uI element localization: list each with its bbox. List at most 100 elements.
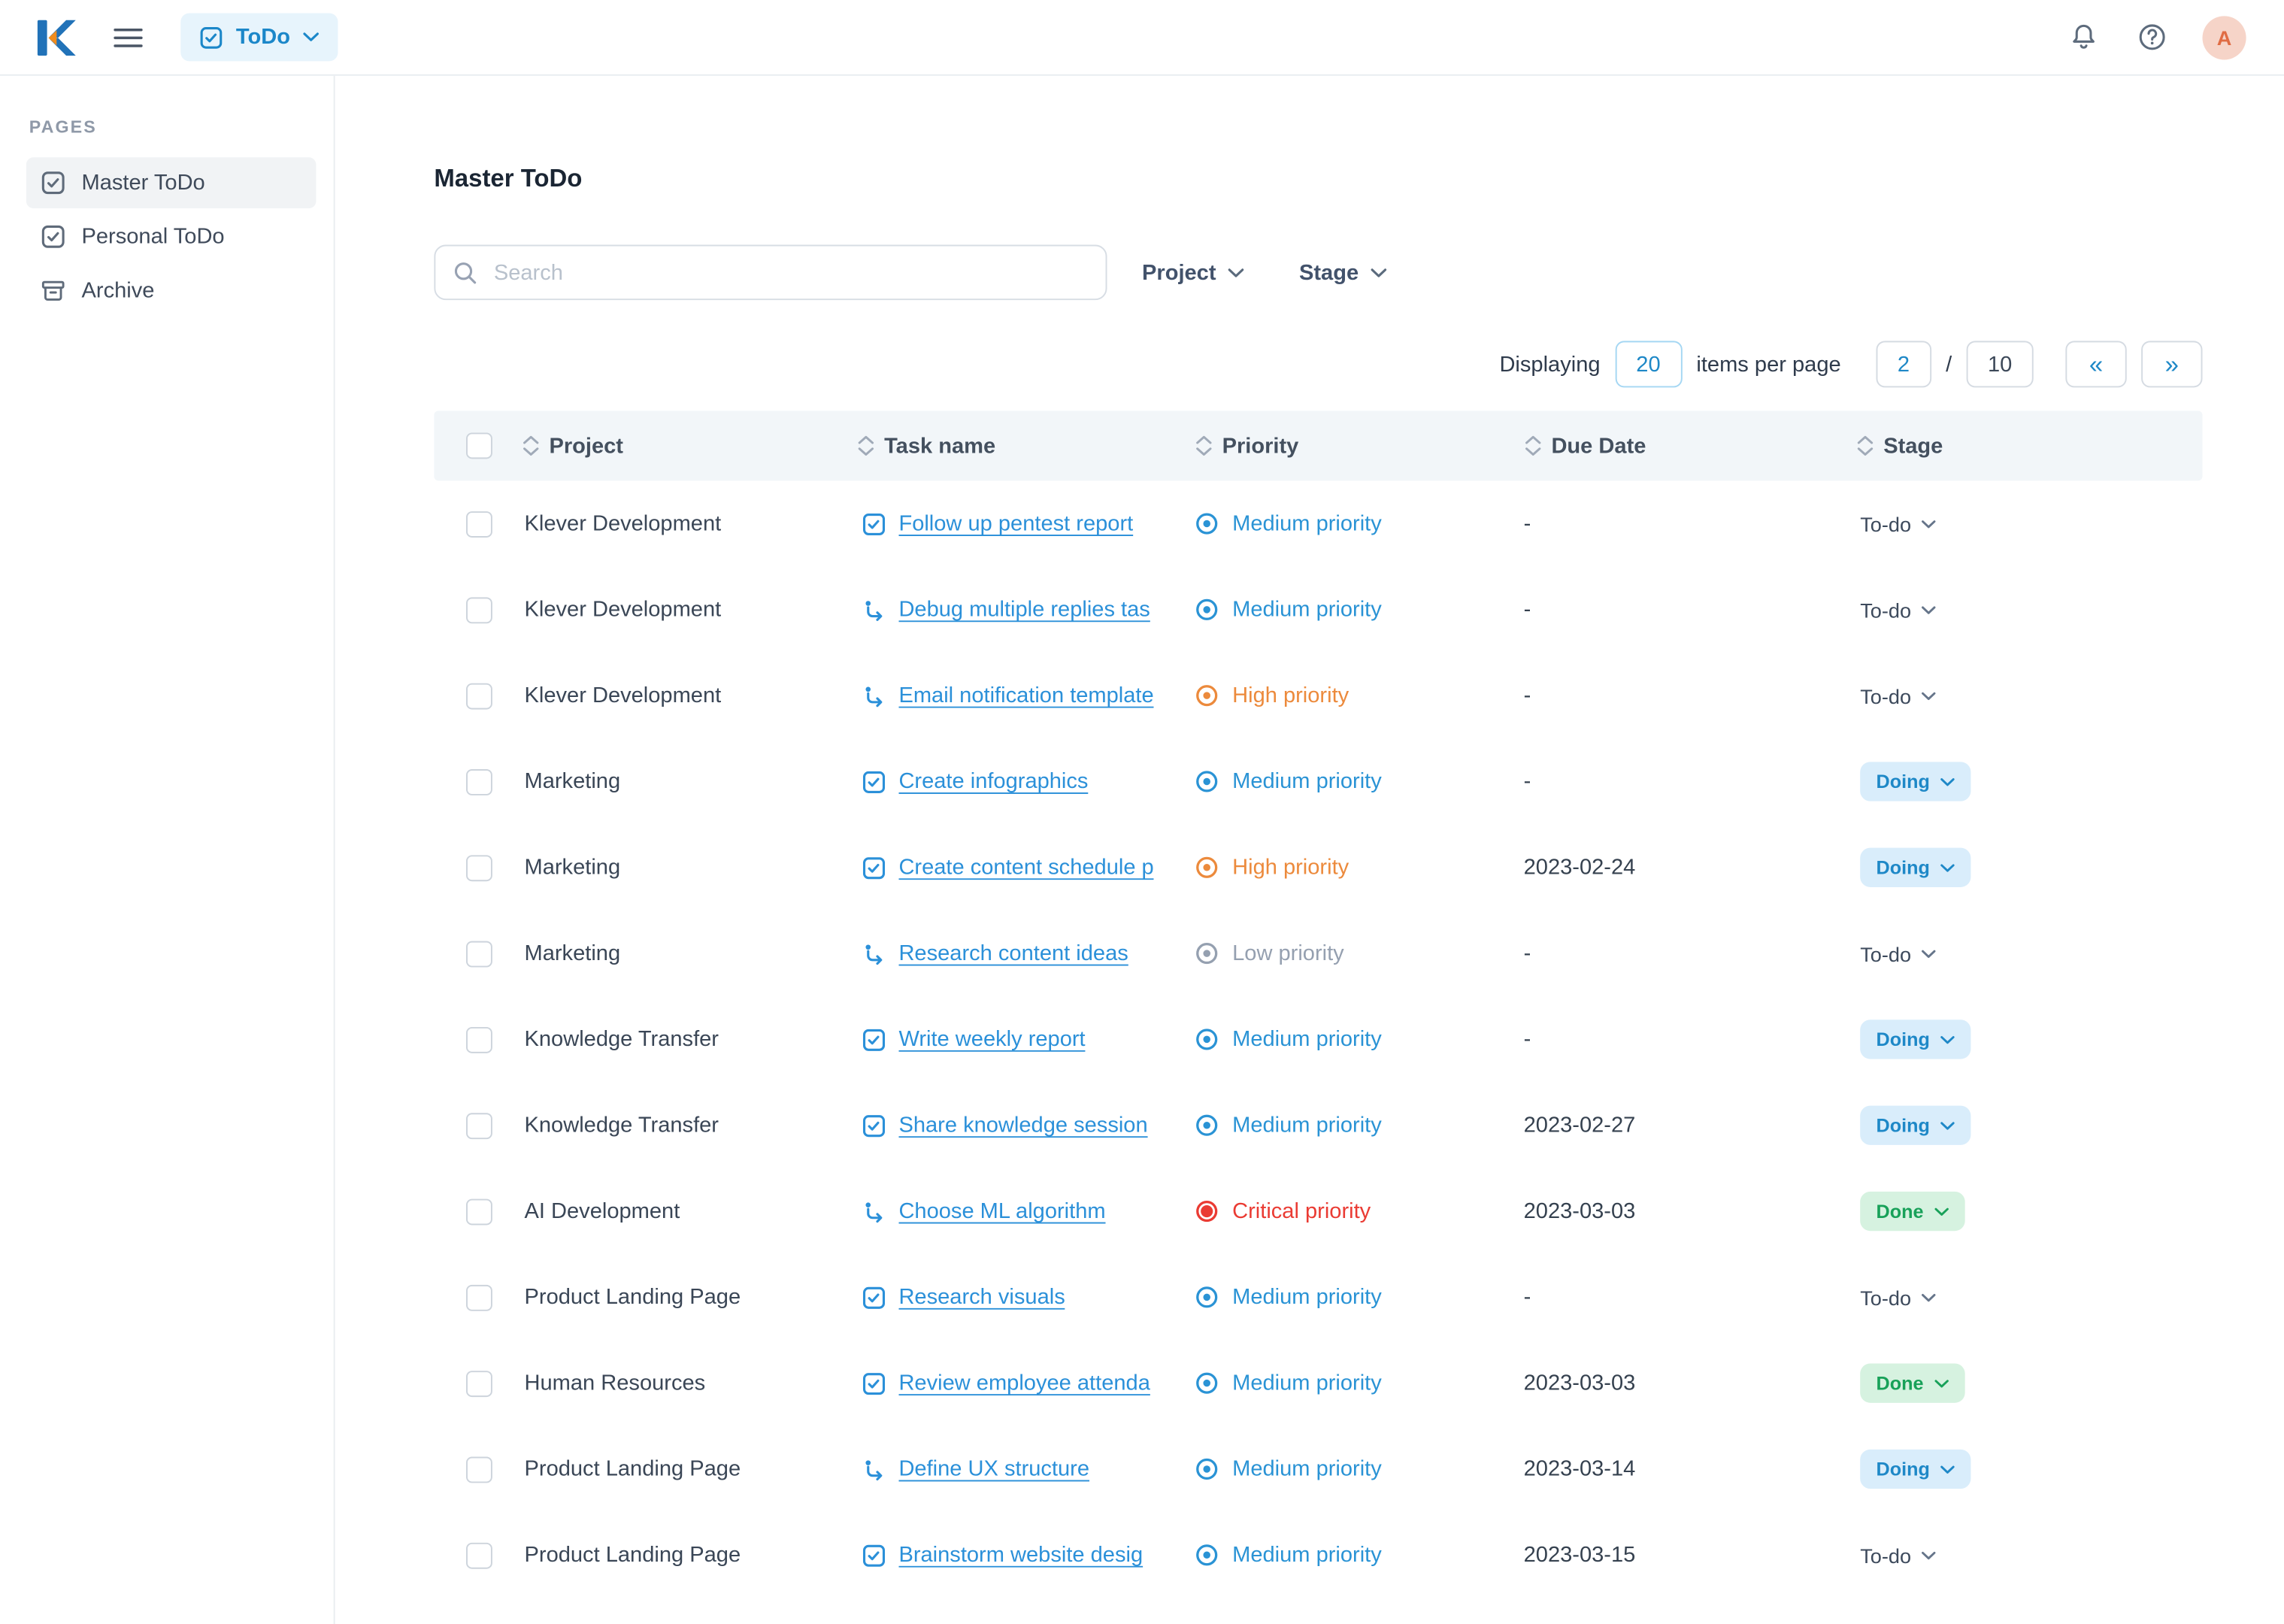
stage-label: Doing	[1876, 1114, 1930, 1137]
stage-select[interactable]: To-do	[1860, 590, 1936, 629]
row-checkbox[interactable]	[466, 1198, 492, 1225]
sort-icon[interactable]	[1524, 435, 1543, 456]
row-checkbox[interactable]	[466, 1370, 492, 1397]
stage-select[interactable]: Done	[1860, 1191, 1964, 1232]
column-header-stage[interactable]: Stage	[1835, 433, 2202, 458]
sort-icon[interactable]	[1855, 435, 1874, 456]
priority-icon	[1196, 1029, 1218, 1050]
task-link[interactable]: Brainstorm website desig	[898, 1543, 1143, 1568]
task-link[interactable]: Write weekly report	[898, 1027, 1085, 1052]
task-link[interactable]: Email notification template	[898, 683, 1153, 708]
row-checkbox[interactable]	[466, 596, 492, 623]
stage-select[interactable]: To-do	[1860, 1535, 1936, 1574]
project-filter-dropdown[interactable]: Project	[1133, 254, 1253, 290]
row-checkbox[interactable]	[466, 1456, 492, 1483]
next-page-icon: »	[2164, 350, 2179, 378]
task-link[interactable]: Review employee attenda	[898, 1371, 1150, 1395]
column-header-project[interactable]: Project	[510, 433, 845, 458]
stage-select[interactable]: To-do	[1860, 504, 1936, 543]
stage-select[interactable]: Doing	[1860, 1020, 1971, 1059]
help-icon[interactable]	[2134, 19, 2170, 55]
sort-icon[interactable]	[1195, 435, 1213, 456]
page-number-input[interactable]	[1876, 341, 1931, 388]
search-input[interactable]	[490, 258, 1089, 286]
task-type-icon	[862, 1200, 886, 1223]
row-checkbox[interactable]	[466, 940, 492, 967]
row-checkbox[interactable]	[466, 768, 492, 795]
chevron-down-icon	[1934, 1207, 1948, 1216]
table-row: Product Landing Page Define UX structure…	[434, 1426, 2202, 1512]
table-body: Klever Development Follow up pentest rep…	[434, 480, 2202, 1624]
chevron-down-icon	[1922, 691, 1936, 700]
column-header-priority[interactable]: Priority	[1180, 433, 1507, 458]
stage-select[interactable]: To-do	[1860, 934, 1936, 973]
project-cell: Product Landing Page	[524, 1456, 741, 1482]
sort-icon[interactable]	[856, 435, 875, 456]
page-separator: /	[1946, 351, 1952, 377]
stage-select[interactable]: To-do	[1860, 676, 1936, 715]
due-date-cell: -	[1523, 1284, 1531, 1310]
due-date-cell: 2023-03-03	[1523, 1198, 1636, 1224]
stage-select[interactable]: Doing	[1860, 847, 1971, 887]
column-header-label: Due Date	[1551, 433, 1646, 459]
sidebar-items: Master ToDo Personal ToDo Archive	[26, 157, 317, 316]
row-checkbox[interactable]	[466, 1283, 492, 1310]
project-filter-label: Project	[1142, 259, 1216, 285]
task-link[interactable]: Research content ideas	[898, 941, 1128, 966]
task-link[interactable]: Create content schedule p	[898, 855, 1153, 880]
stage-select[interactable]: Doing	[1860, 1449, 1971, 1489]
task-type-icon	[862, 856, 886, 879]
task-link[interactable]: Define UX structure	[898, 1457, 1089, 1482]
project-cell: Human Resources	[524, 1371, 706, 1396]
menu-toggle-icon[interactable]	[108, 20, 148, 55]
row-checkbox[interactable]	[466, 682, 492, 709]
due-date-cell: -	[1523, 683, 1531, 708]
column-header-due-date[interactable]: Due Date	[1507, 433, 1835, 458]
stage-select[interactable]: Doing	[1860, 762, 1971, 801]
row-checkbox[interactable]	[466, 511, 492, 537]
task-type-icon	[862, 598, 886, 621]
task-link[interactable]: Follow up pentest report	[898, 511, 1133, 536]
stage-select[interactable]: Done	[1860, 1363, 1964, 1403]
controls-row: Project Stage	[434, 244, 2202, 301]
chevron-down-icon	[303, 32, 320, 43]
task-link[interactable]: Share knowledge session	[898, 1113, 1147, 1138]
row-checkbox[interactable]	[466, 1026, 492, 1053]
app-switcher[interactable]: ToDo	[180, 13, 338, 62]
select-all-checkbox[interactable]	[466, 432, 492, 459]
stage-select[interactable]: To-do	[1860, 1277, 1936, 1316]
app-logo-icon[interactable]	[32, 15, 76, 59]
column-header-label: Project	[549, 433, 623, 459]
items-per-page-input[interactable]	[1614, 341, 1683, 388]
column-header-label: Task name	[884, 433, 996, 459]
row-checkbox[interactable]	[466, 1112, 492, 1139]
sidebar-item-label: Archive	[81, 278, 155, 303]
next-page-button[interactable]: »	[2141, 341, 2203, 388]
prev-page-button[interactable]: «	[2065, 341, 2127, 388]
notifications-bell-icon[interactable]	[2065, 19, 2101, 55]
table-row: Knowledge Transfer Write weekly report M…	[434, 996, 2202, 1082]
project-cell: Marketing	[524, 941, 621, 966]
task-link[interactable]: Choose ML algorithm	[898, 1199, 1105, 1224]
todo-check-icon	[199, 26, 223, 49]
task-link[interactable]: Debug multiple replies tas	[898, 597, 1150, 622]
task-link[interactable]: Create infographics	[898, 769, 1088, 794]
avatar[interactable]: A	[2202, 15, 2246, 59]
due-date-cell: 2023-03-15	[1523, 1542, 1636, 1568]
project-cell: Product Landing Page	[524, 1542, 741, 1568]
column-header-task-name[interactable]: Task name	[845, 433, 1180, 458]
sidebar-item-master-todo[interactable]: Master ToDo	[26, 157, 317, 209]
sort-icon[interactable]	[522, 435, 541, 456]
row-checkbox[interactable]	[466, 1541, 492, 1568]
stage-select[interactable]: Doing	[1860, 1105, 1971, 1145]
task-link[interactable]: Research visuals	[898, 1285, 1065, 1310]
stage-filter-dropdown[interactable]: Stage	[1290, 254, 1395, 290]
items-per-page-label: items per page	[1696, 351, 1841, 377]
row-checkbox[interactable]	[466, 854, 492, 881]
table-row: Human Resources Review employee attenda …	[434, 1341, 2202, 1426]
sidebar-item-archive[interactable]: Archive	[26, 265, 317, 317]
project-cell: Marketing	[524, 769, 621, 794]
app-switcher-label: ToDo	[235, 24, 290, 50]
sidebar-item-personal-todo[interactable]: Personal ToDo	[26, 211, 317, 262]
chevron-down-icon	[1940, 777, 1955, 786]
